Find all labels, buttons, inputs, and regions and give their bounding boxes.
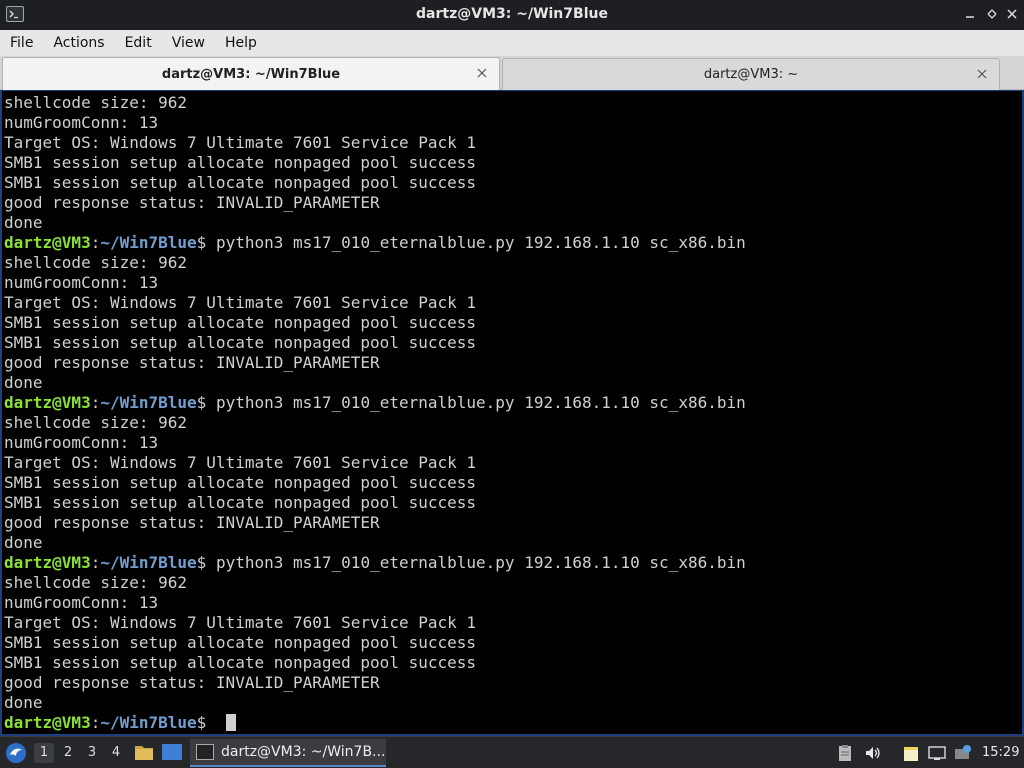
network-icon[interactable] [928,744,946,762]
taskbar: 1 2 3 4 dartz@VM3: ~/Win7B... 15:29 [0,736,1024,768]
task-label: dartz@VM3: ~/Win7B... [221,744,386,760]
output-line: numGroomConn: 13 [4,593,159,612]
clock[interactable]: 15:29 [982,745,1019,760]
output-line: SMB1 session setup allocate nonpaged poo… [4,173,477,192]
output-line: Target OS: Windows 7 Ultimate 7601 Servi… [4,293,477,312]
maximize-icon[interactable] [984,6,1000,22]
prompt-symbol: $ [196,553,207,572]
menu-actions[interactable]: Actions [47,35,110,51]
output-line: good response status: INVALID_PARAMETER [4,353,380,372]
command-text: python3 ms17_010_eternalblue.py 192.168.… [206,553,746,572]
tab-label: dartz@VM3: ~ [703,67,799,82]
output-line: SMB1 session setup allocate nonpaged poo… [4,493,477,512]
output-line: shellcode size: 962 [4,413,188,432]
output-line: Target OS: Windows 7 Ultimate 7601 Servi… [4,133,477,152]
prompt-path: ~/Win7Blue [100,233,197,252]
workspace-1[interactable]: 1 [34,743,54,763]
prompt-symbol: $ [196,713,207,732]
volume-icon[interactable] [864,744,882,762]
output-line: SMB1 session setup allocate nonpaged poo… [4,153,477,172]
output-line: shellcode size: 962 [4,253,188,272]
output-line: good response status: INVALID_PARAMETER [4,193,380,212]
menu-file[interactable]: File [4,35,39,51]
text-cursor [225,714,236,731]
workspace-2[interactable]: 2 [58,743,78,763]
prompt-user: dartz@VM3 [4,233,91,252]
prompt-symbol: $ [196,233,207,252]
output-line: SMB1 session setup allocate nonpaged poo… [4,653,477,672]
output-line: SMB1 session setup allocate nonpaged poo… [4,473,477,492]
command-text [206,713,216,732]
clipboard-icon[interactable] [836,744,854,762]
prompt-symbol: $ [196,393,207,412]
output-line: shellcode size: 962 [4,573,188,592]
close-icon[interactable] [1004,6,1020,22]
output-line: done [4,373,43,392]
output-line: good response status: INVALID_PARAMETER [4,513,380,532]
command-text: python3 ms17_010_eternalblue.py 192.168.… [206,233,746,252]
output-line: SMB1 session setup allocate nonpaged poo… [4,633,477,652]
window-titlebar[interactable]: dartz@VM3: ~/Win7Blue [0,0,1024,30]
prompt-user: dartz@VM3 [4,553,91,572]
output-line: numGroomConn: 13 [4,433,159,452]
prompt-line: dartz@VM3:~/Win7Blue$ [4,713,746,733]
close-tab-icon[interactable] [975,67,989,81]
output-line: good response status: INVALID_PARAMETER [4,673,380,692]
output-line: shellcode size: 962 [4,93,188,112]
update-icon[interactable] [954,744,972,762]
output-line: numGroomConn: 13 [4,273,159,292]
tab-label: dartz@VM3: ~/Win7Blue [161,66,341,82]
file-manager-icon[interactable] [134,743,154,761]
output-line: Target OS: Windows 7 Ultimate 7601 Servi… [4,613,477,632]
output-line: numGroomConn: 13 [4,113,159,132]
output-line: SMB1 session setup allocate nonpaged poo… [4,333,477,352]
menu-edit[interactable]: Edit [119,35,158,51]
output-line: SMB1 session setup allocate nonpaged poo… [4,313,477,332]
prompt-user: dartz@VM3 [4,713,91,732]
menu-bar: File Actions Edit View Help [0,30,1024,56]
prompt-line: dartz@VM3:~/Win7Blue$ python3 ms17_010_e… [4,233,746,253]
output-line: Target OS: Windows 7 Ultimate 7601 Servi… [4,453,477,472]
prompt-line: dartz@VM3:~/Win7Blue$ python3 ms17_010_e… [4,553,746,573]
prompt-separator: : [90,713,101,732]
prompt-separator: : [90,553,101,572]
prompt-separator: : [90,393,101,412]
tab-home[interactable]: dartz@VM3: ~ [502,58,1000,90]
show-desktop-icon[interactable] [162,744,182,760]
workspace-3[interactable]: 3 [82,743,102,763]
output-line: done [4,533,43,552]
terminal-icon [196,744,214,760]
terminal-view[interactable]: shellcode size: 962 numGroomConn: 13 Targe… [0,90,1024,736]
taskbar-task-terminal[interactable]: dartz@VM3: ~/Win7B... [190,739,386,767]
tab-bar: dartz@VM3: ~/Win7Blue dartz@VM3: ~ [0,56,1024,90]
prompt-path: ~/Win7Blue [100,393,197,412]
start-menu-icon[interactable] [4,741,28,765]
prompt-separator: : [90,233,101,252]
output-line: done [4,213,43,232]
menu-help[interactable]: Help [219,35,263,51]
terminal-output: shellcode size: 962 numGroomConn: 13 Targe… [4,93,746,733]
output-line: done [4,693,43,712]
tab-win7blue[interactable]: dartz@VM3: ~/Win7Blue [2,57,500,90]
prompt-user: dartz@VM3 [4,393,91,412]
command-text: python3 ms17_010_eternalblue.py 192.168.… [206,393,746,412]
close-tab-icon[interactable] [475,66,489,80]
menu-view[interactable]: View [166,35,211,51]
prompt-line: dartz@VM3:~/Win7Blue$ python3 ms17_010_e… [4,393,746,413]
minimize-icon[interactable] [962,6,978,22]
workspace-4[interactable]: 4 [106,743,126,763]
window-title: dartz@VM3: ~/Win7Blue [416,6,608,22]
prompt-path: ~/Win7Blue [100,713,197,732]
notes-icon[interactable] [902,744,920,762]
prompt-path: ~/Win7Blue [100,553,197,572]
